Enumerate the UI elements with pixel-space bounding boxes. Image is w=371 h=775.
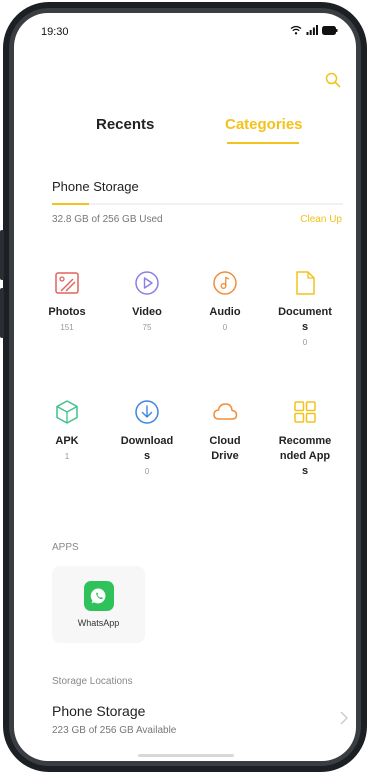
app-label: WhatsApp — [77, 618, 120, 628]
category-cloud-drive[interactable]: Cloud Drive — [190, 398, 260, 464]
home-indicator[interactable] — [138, 754, 234, 757]
signal-icon — [306, 25, 318, 35]
side-button — [0, 230, 4, 280]
category-label: Documents — [278, 306, 332, 333]
category-video[interactable]: Video 75 — [112, 269, 182, 332]
grid-icon — [294, 401, 316, 423]
phone-frame: 19:30 Recents Categories Phone Storage 3… — [0, 2, 367, 772]
document-icon — [296, 271, 315, 295]
category-label: Cloud Drive — [209, 435, 241, 462]
storage-usage-bar — [52, 203, 343, 205]
clean-up-button[interactable]: Clean Up — [300, 214, 342, 225]
category-label: Recommended Apps — [278, 435, 332, 477]
category-label: Downloads — [120, 435, 174, 462]
category-count: 75 — [142, 323, 152, 332]
status-bar: 19:30 — [14, 13, 356, 47]
category-label: Video — [132, 306, 162, 318]
app-item-whatsapp[interactable]: WhatsApp — [52, 566, 145, 643]
category-audio[interactable]: Audio 0 — [190, 269, 260, 332]
location-subtitle: 223 GB of 256 GB Available — [52, 725, 177, 736]
music-icon — [213, 271, 237, 295]
category-label: Audio — [209, 306, 241, 318]
category-count: 0 — [144, 467, 150, 476]
chevron-right-icon — [340, 711, 348, 725]
storage-location-phone[interactable]: Phone Storage 223 GB of 256 GB Available — [44, 699, 354, 743]
category-apk[interactable]: APK 1 — [32, 398, 102, 461]
search-button[interactable] — [322, 69, 344, 91]
tab-recents[interactable]: Recents — [96, 116, 154, 133]
active-tab-indicator — [227, 142, 299, 144]
play-icon — [135, 271, 159, 295]
category-photos[interactable]: Photos 151 — [32, 269, 102, 332]
category-count: 0 — [302, 338, 308, 347]
screen: 19:30 Recents Categories Phone Storage 3… — [14, 13, 356, 761]
location-title: Phone Storage — [52, 703, 146, 719]
storage-title: Phone Storage — [52, 179, 139, 194]
download-icon — [135, 400, 159, 424]
category-label: Photos — [48, 306, 86, 318]
category-count: 1 — [64, 452, 70, 461]
whatsapp-icon — [84, 581, 114, 611]
side-button — [0, 288, 4, 338]
status-time: 19:30 — [41, 26, 69, 38]
category-downloads[interactable]: Downloads 0 — [112, 398, 182, 476]
apps-header: APPS — [52, 542, 79, 553]
category-count: 151 — [60, 323, 74, 332]
storage-locations-header: Storage Locations — [52, 676, 133, 687]
cloud-icon — [213, 403, 238, 420]
category-documents[interactable]: Documents 0 — [270, 269, 340, 347]
battery-icon — [322, 25, 338, 35]
category-count: 0 — [222, 323, 228, 332]
wifi-icon — [290, 25, 302, 35]
search-icon — [325, 72, 341, 88]
image-icon — [55, 272, 79, 294]
status-icons — [290, 25, 338, 35]
category-recommended-apps[interactable]: Recommended Apps — [270, 398, 340, 479]
storage-used-text: 32.8 GB of 256 GB Used — [52, 214, 163, 225]
package-icon — [56, 400, 78, 424]
tab-categories[interactable]: Categories — [225, 116, 303, 133]
category-label: APK — [55, 435, 79, 447]
storage-usage-fill — [52, 203, 90, 205]
